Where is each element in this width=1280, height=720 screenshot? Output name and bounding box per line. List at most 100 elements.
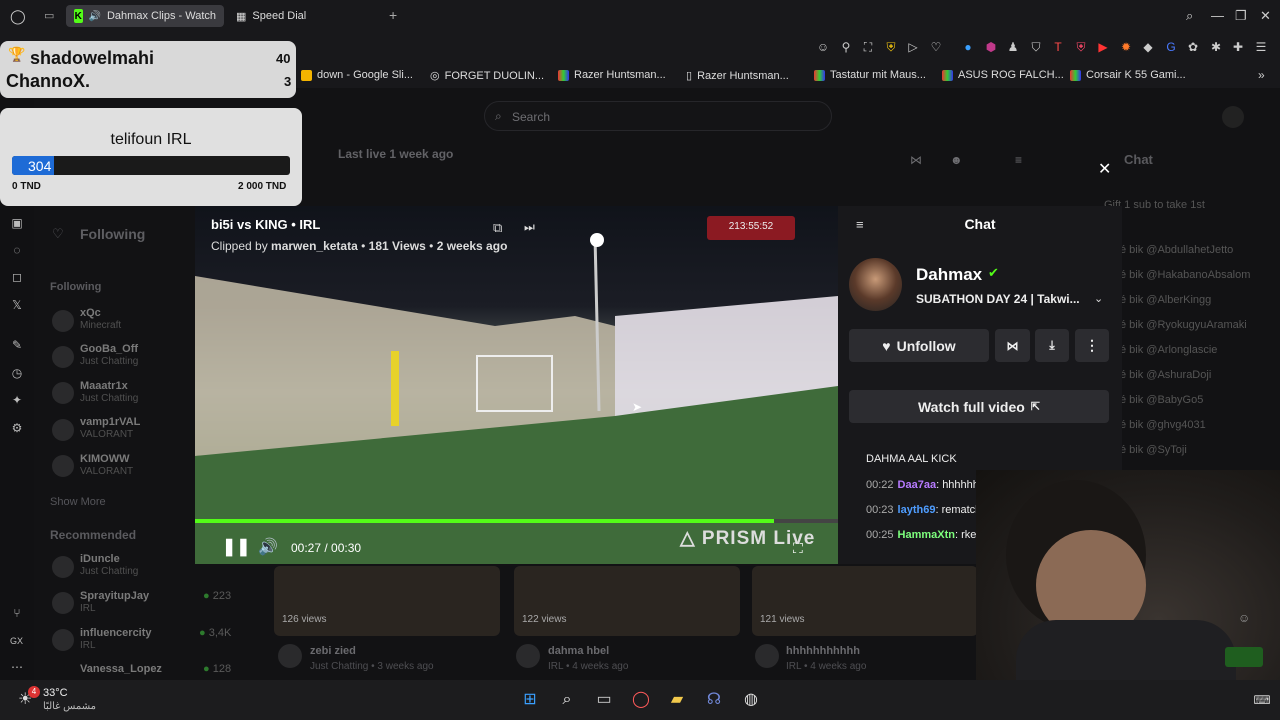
twitch-icon[interactable]: ▣: [9, 216, 25, 232]
brush-icon[interactable]: ✎: [9, 338, 25, 354]
maximize-icon[interactable]: ❐: [1235, 8, 1247, 24]
clip-title[interactable]: zebi zied: [310, 645, 356, 657]
streamer-avatar[interactable]: [849, 258, 902, 311]
extension-shield-icon[interactable]: ⛉: [1029, 40, 1043, 54]
user-avatar[interactable]: [1222, 106, 1244, 128]
bookmark-item[interactable]: ASUS ROG FALCH...: [942, 69, 1064, 81]
clip-title[interactable]: hhhhhhhhhhh: [786, 645, 860, 657]
chevron-down-icon[interactable]: ⌄: [1094, 292, 1103, 305]
tab-dahmax-clips[interactable]: K 🔊 Dahmax Clips - Watch: [66, 5, 224, 27]
search-icon[interactable]: ⌕: [557, 690, 577, 710]
following-nav[interactable]: Following: [80, 226, 145, 242]
clip-video-player[interactable]: bi5i vs KING • IRL Clipped by marwen_ket…: [195, 206, 838, 564]
gx-sound-icon[interactable]: ⑂: [9, 606, 25, 622]
opera-logo-icon[interactable]: ◯: [10, 8, 26, 25]
sidebar-channel[interactable]: iDuncle Just Chatting: [80, 553, 138, 577]
instagram-icon[interactable]: ◻: [9, 270, 25, 286]
settings-icon[interactable]: ⚙: [9, 421, 25, 437]
extensions-puzzle-icon[interactable]: ✚: [1231, 40, 1245, 54]
file-explorer-icon[interactable]: ▰: [667, 690, 687, 710]
extension-red-shield-icon[interactable]: ⛨: [1074, 40, 1088, 54]
tray-icon[interactable]: ⌨: [1252, 690, 1272, 710]
extension-u-icon[interactable]: ⬢: [984, 40, 998, 54]
windows-start-icon[interactable]: ⊞: [520, 690, 540, 710]
close-window-icon[interactable]: ✕: [1260, 8, 1271, 24]
volume-icon[interactable]: 🔊: [258, 537, 278, 557]
search-input[interactable]: ⌕ Search: [484, 101, 832, 131]
opera-gx-icon[interactable]: ◯: [631, 690, 651, 710]
extension-cube-icon[interactable]: ◆: [1141, 40, 1155, 54]
sidebar-channel[interactable]: xQc Minecraft: [80, 307, 121, 331]
clip-card[interactable]: 126 views: [274, 566, 500, 636]
translate-icon[interactable]: G: [1164, 40, 1178, 54]
sidebar-channel[interactable]: vamp1rVAL VALORANT: [80, 416, 140, 440]
watch-full-video-button[interactable]: Watch full video ⇱: [849, 390, 1109, 423]
tab-speed-dial[interactable]: ▦ Speed Dial: [228, 5, 348, 27]
task-view-icon[interactable]: ▭: [594, 690, 614, 710]
video-seek-bar[interactable]: [195, 519, 838, 523]
bookmark-item[interactable]: Corsair K 55 Gami...: [1070, 69, 1186, 81]
send-chat-button[interactable]: [1225, 647, 1263, 667]
shield-icon[interactable]: ⛨: [884, 40, 898, 54]
extension-tp-icon[interactable]: T: [1051, 40, 1065, 54]
more-dots-icon[interactable]: ⋯: [9, 660, 25, 676]
more-options-button[interactable]: ⋮: [1075, 329, 1109, 362]
easy-setup-icon[interactable]: ☰: [1254, 40, 1268, 54]
play-icon[interactable]: ▷: [906, 40, 920, 54]
extension-orange-icon[interactable]: ✹: [1119, 40, 1133, 54]
bookmark-item[interactable]: ▯ Razer Huntsman...: [686, 69, 789, 83]
extension-animal-icon[interactable]: ✿: [1186, 40, 1200, 54]
sidebar-channel[interactable]: influencercity IRL: [80, 627, 152, 651]
extension-bug-icon[interactable]: ✱: [1209, 40, 1223, 54]
bookmark-item[interactable]: Razer Huntsman...: [558, 69, 666, 81]
search-tabs-icon[interactable]: ⌕: [1186, 8, 1193, 24]
emoji-icon[interactable]: ☺: [816, 40, 830, 54]
gx-label[interactable]: GX: [10, 636, 23, 646]
unfollow-button[interactable]: ♥ Unfollow: [849, 329, 989, 362]
clip-card[interactable]: 121 views: [752, 566, 978, 636]
collapse-icon[interactable]: ≡: [1015, 153, 1022, 167]
obs-icon[interactable]: ◍: [741, 690, 761, 710]
extension-icon[interactable]: ♟: [1006, 40, 1020, 54]
snapshot-icon[interactable]: ⛶: [861, 40, 875, 54]
clip-card[interactable]: 122 views: [514, 566, 740, 636]
extension-youtube-icon[interactable]: ▶: [1096, 40, 1110, 54]
bookmark-item[interactable]: down - Google Sli...: [301, 69, 413, 81]
sidebar-channel[interactable]: KIMOWW VALORANT: [80, 453, 133, 477]
tab-menu-icon[interactable]: ▭: [44, 9, 54, 22]
close-clip-button[interactable]: ✕: [1098, 159, 1111, 179]
copy-link-icon[interactable]: ⧉: [493, 220, 502, 236]
share-icon[interactable]: ⋈: [910, 153, 922, 167]
fullscreen-icon[interactable]: ⛶: [793, 540, 803, 557]
show-more-link[interactable]: Show More: [50, 496, 106, 508]
messenger-icon[interactable]: ◌: [9, 243, 25, 259]
history-icon[interactable]: ◷: [9, 366, 25, 382]
emoji-picker-icon[interactable]: ☺: [1238, 611, 1250, 625]
sidebar-channel[interactable]: Vanessa_Lopez: [80, 663, 162, 675]
heart-icon[interactable]: ♡: [929, 40, 943, 54]
clip-title[interactable]: dahma hbel: [548, 645, 609, 657]
pin-icon[interactable]: ⚲: [839, 40, 853, 54]
download-button[interactable]: ⤓: [1035, 329, 1069, 362]
bookmark-item[interactable]: ◎ FORGET DUOLIN...: [430, 69, 544, 83]
chat-username[interactable]: Daa7aa: [898, 479, 937, 491]
chat-username[interactable]: layth69: [898, 504, 936, 516]
new-tab-button[interactable]: +: [389, 7, 397, 23]
chat-username[interactable]: HammaXtn: [898, 529, 955, 541]
speaker-icon[interactable]: 🔊: [89, 11, 101, 22]
sidebar-channel[interactable]: GooBa_Off Just Chatting: [80, 343, 138, 367]
share-button[interactable]: ⋈: [995, 329, 1030, 362]
bookmark-item[interactable]: Tastatur mit Maus...: [814, 69, 926, 81]
pause-button[interactable]: ❚❚: [222, 537, 251, 557]
more-bookmarks-icon[interactable]: »: [1258, 68, 1265, 82]
clipper-link[interactable]: marwen_ketata: [271, 239, 358, 253]
follow-user-icon[interactable]: ☻: [950, 153, 963, 167]
next-clip-icon[interactable]: ⏭: [524, 220, 535, 235]
streamer-name[interactable]: Dahmax: [916, 265, 982, 285]
minimize-icon[interactable]: —: [1211, 8, 1224, 23]
weather-temp[interactable]: 33°C: [43, 687, 68, 699]
x-twitter-icon[interactable]: 𝕏: [9, 298, 25, 314]
discord-icon[interactable]: ☊: [704, 690, 724, 710]
vpn-icon[interactable]: ●: [961, 40, 975, 54]
sidebar-channel[interactable]: SprayitupJay IRL: [80, 590, 149, 614]
